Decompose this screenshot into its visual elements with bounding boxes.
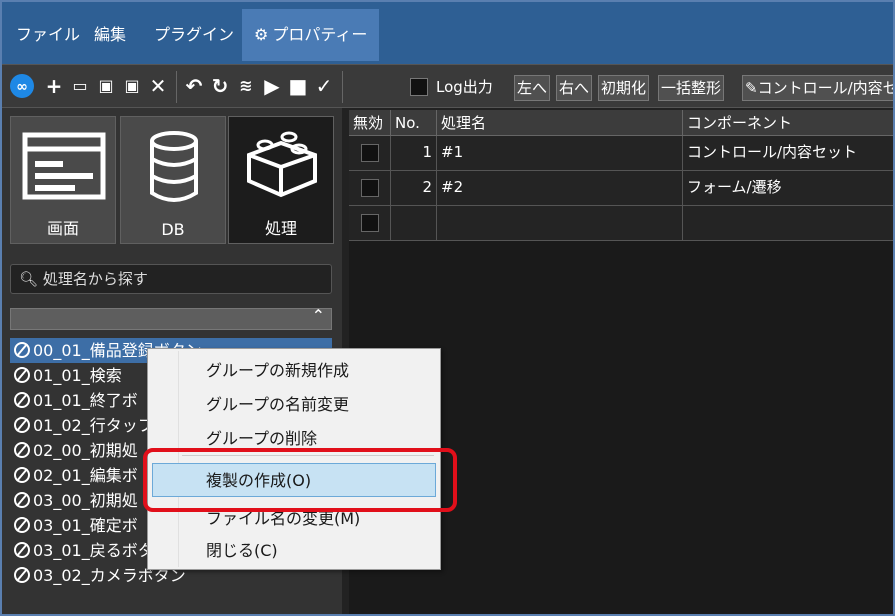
- category-screen-label: 画面: [46, 219, 79, 238]
- column-header-name[interactable]: 処理名: [437, 110, 683, 136]
- blocks-icon: [229, 127, 333, 207]
- group-collapse-bar[interactable]: ⌃: [10, 306, 332, 330]
- app-window: ファイル 編集 プラグイン ⚙ プロパティー ∞ + ▭ ▣ ▣ ✕ ↶ ↻ ≋ …: [0, 0, 895, 616]
- menu-file[interactable]: ファイル: [16, 20, 80, 50]
- tree-item-label: 01_02_行タッフ: [33, 416, 154, 435]
- menu-edit[interactable]: 編集: [94, 20, 126, 50]
- menu-properties[interactable]: ⚙ プロパティー: [242, 9, 380, 61]
- stop-icon[interactable]: ■: [286, 73, 310, 99]
- disabled-checkbox[interactable]: [361, 144, 379, 162]
- screen-icon: [11, 127, 115, 207]
- chevron-up-icon[interactable]: ⌃: [312, 306, 325, 325]
- row-component[interactable]: コントロール/内容セット: [683, 136, 893, 171]
- folder-icon[interactable]: ▭: [68, 73, 92, 99]
- process-icon: [14, 542, 30, 558]
- row-name[interactable]: #2: [437, 171, 683, 206]
- search-placeholder: 処理名から探す: [42, 270, 148, 288]
- row-disabled-checkbox-cell: [349, 171, 391, 206]
- disabled-checkbox[interactable]: [361, 179, 379, 197]
- tree-item-label: 01_01_終了ボ: [33, 391, 138, 410]
- tree-item-label: 01_01_検索: [33, 366, 122, 385]
- row-disabled-checkbox-cell: [349, 206, 391, 241]
- refresh-icon[interactable]: ↻: [208, 73, 232, 99]
- wifi-icon[interactable]: ≋: [234, 73, 258, 99]
- infinity-logo-icon[interactable]: ∞: [8, 73, 36, 99]
- category-screen[interactable]: 画面: [10, 116, 116, 244]
- process-icon: [14, 492, 30, 508]
- pencil-icon: ✎: [745, 79, 758, 97]
- control-content-label: コントロール/内容セ: [757, 79, 895, 97]
- menu-item-rename-group[interactable]: グループの名前変更: [206, 393, 349, 417]
- svg-text:∞: ∞: [16, 79, 28, 95]
- category-process-label: 処理: [264, 219, 297, 238]
- plus-icon[interactable]: +: [42, 73, 66, 99]
- process-icon: [14, 367, 30, 383]
- process-icon: [14, 467, 30, 483]
- database-icon: [121, 127, 225, 207]
- close-icon[interactable]: ✕: [146, 73, 170, 99]
- bulk-format-button[interactable]: 一括整形: [658, 75, 725, 101]
- control-content-button[interactable]: ✎コントロール/内容セ: [742, 75, 895, 101]
- process-icon: [14, 442, 30, 458]
- tree-item-label: 03_00_初期処: [33, 491, 138, 510]
- play-icon[interactable]: ▶: [260, 73, 284, 99]
- process-icon: [14, 392, 30, 408]
- move-left-button[interactable]: 左へ: [514, 75, 551, 101]
- row-component[interactable]: フォーム/遷移: [683, 171, 893, 206]
- column-header-disabled[interactable]: 無効: [349, 110, 391, 136]
- column-header-no[interactable]: No.: [391, 110, 437, 136]
- search-input[interactable]: 🔍︎ 処理名から探す: [10, 264, 332, 294]
- row-no[interactable]: 1: [391, 136, 437, 171]
- menu-item-new-group[interactable]: グループの新規作成: [206, 359, 349, 383]
- row-no[interactable]: 2: [391, 171, 437, 206]
- process-icon: [14, 342, 30, 358]
- save-icon[interactable]: ▣: [94, 73, 118, 99]
- process-icon: [14, 567, 30, 583]
- check-icon[interactable]: ✓: [312, 73, 336, 99]
- toolbar-divider: [176, 71, 177, 103]
- menubar: ファイル 編集 プラグイン ⚙ プロパティー: [2, 2, 893, 64]
- toolbar: ∞ + ▭ ▣ ▣ ✕ ↶ ↻ ≋ ▶ ■ ✓ Log出力 左へ 右へ 初期化 …: [2, 64, 895, 108]
- search-icon: 🔍︎: [19, 270, 39, 288]
- category-db[interactable]: DB: [120, 116, 226, 244]
- undo-icon[interactable]: ↶: [182, 73, 206, 99]
- menu-item-close[interactable]: 閉じる(C): [206, 539, 278, 563]
- process-icon: [14, 417, 30, 433]
- row-component[interactable]: [683, 206, 893, 241]
- category-db-label: DB: [161, 220, 185, 239]
- menu-properties-label: プロパティー: [272, 25, 368, 44]
- toolbar-divider: [342, 71, 343, 103]
- gear-icon: ⚙: [254, 25, 269, 44]
- tree-item-label: 03_01_確定ボ: [33, 516, 138, 535]
- process-icon: [14, 517, 30, 533]
- disabled-checkbox[interactable]: [361, 214, 379, 232]
- row-no[interactable]: [391, 206, 437, 241]
- highlight-annotation-ring: [143, 448, 457, 512]
- save-as-icon[interactable]: ▣: [120, 73, 144, 99]
- log-checkbox[interactable]: [410, 78, 428, 96]
- log-label: Log出力: [436, 78, 493, 96]
- row-name[interactable]: [437, 206, 683, 241]
- category-process[interactable]: 処理: [228, 116, 334, 244]
- row-name[interactable]: #1: [437, 136, 683, 171]
- tree-item-label: 02_00_初期処: [33, 441, 138, 460]
- move-right-button[interactable]: 右へ: [556, 75, 593, 101]
- row-disabled-checkbox-cell: [349, 136, 391, 171]
- menu-plugin[interactable]: プラグイン: [154, 20, 234, 50]
- tree-item-label: 02_01_編集ボ: [33, 466, 138, 485]
- initialize-button[interactable]: 初期化: [598, 75, 650, 101]
- column-header-component[interactable]: コンポーネント: [683, 110, 893, 136]
